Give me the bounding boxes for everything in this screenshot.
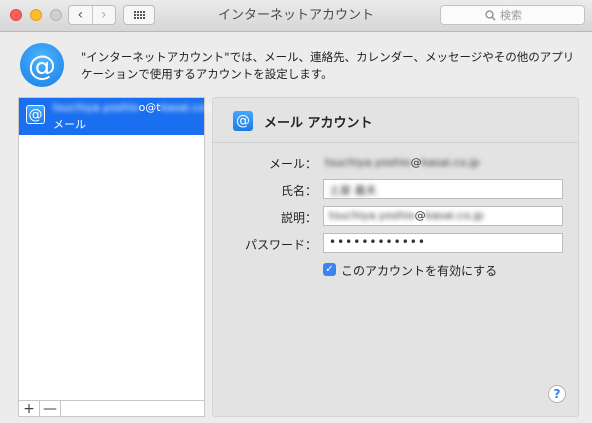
account-type: メール: [53, 118, 86, 131]
internet-accounts-window: ‹ › インターネットアカウント @ "インターネットアカウント"では、メール、…: [0, 0, 592, 423]
navigation-buttons: ‹ ›: [68, 5, 116, 25]
add-account-button[interactable]: +: [19, 401, 40, 416]
mail-at-icon: @: [233, 111, 253, 131]
mail-at-icon: @: [26, 105, 45, 124]
password-field[interactable]: ••••••••••••: [323, 233, 563, 253]
chevron-left-icon: ‹: [77, 7, 84, 23]
remove-account-button[interactable]: —: [40, 401, 61, 416]
enable-account-checkbox[interactable]: ✓: [323, 263, 336, 276]
chevron-right-icon: ›: [100, 7, 107, 23]
mail-label: メール：: [268, 157, 317, 171]
grid-icon: [133, 11, 145, 19]
search-input[interactable]: [500, 8, 540, 22]
enable-account-label[interactable]: このアカウントを有効にする: [341, 262, 497, 279]
checkmark-icon: ✓: [325, 264, 334, 275]
close-window-button[interactable]: [10, 9, 22, 21]
title-bar: ‹ › インターネットアカウント: [0, 0, 592, 32]
back-button[interactable]: ‹: [69, 6, 92, 24]
search-icon: [485, 9, 496, 20]
description-field[interactable]: tsuchiya.yoshio@kasai.co.jp: [323, 206, 563, 226]
account-list-item[interactable]: @ tsuchiya.yoshioo@tkasai.co.jp メール: [19, 98, 219, 135]
show-all-button[interactable]: [123, 5, 155, 25]
description-label: 説明：: [280, 211, 317, 225]
minimize-window-button[interactable]: [30, 9, 42, 21]
account-email: tsuchiya.yoshioo@tkasai.co.jp: [53, 101, 219, 114]
zoom-window-button[interactable]: [50, 9, 62, 21]
header-description: "インターネットアカウント"では、メール、連絡先、カレンダー、メッセージやその他…: [81, 50, 575, 81]
account-list-footer: + —: [18, 401, 205, 417]
mail-value: tsuchiya.yoshio@kasai.co.jp: [325, 156, 480, 169]
account-detail-panel: @ メール アカウント メール： tsuchiya.yoshio@kasai.c…: [212, 97, 579, 417]
password-label: パスワード：: [244, 238, 317, 252]
detail-title: メール アカウント: [264, 116, 373, 131]
forward-button[interactable]: ›: [91, 6, 116, 24]
search-field[interactable]: [440, 5, 585, 25]
detail-header: @ メール アカウント: [213, 98, 578, 143]
name-label: 氏名：: [280, 184, 317, 198]
help-button[interactable]: ?: [548, 385, 566, 403]
name-field[interactable]: 土屋 義夫: [323, 179, 563, 199]
account-list: @ tsuchiya.yoshioo@tkasai.co.jp メール: [18, 97, 219, 401]
internet-accounts-at-icon: @: [20, 43, 64, 87]
